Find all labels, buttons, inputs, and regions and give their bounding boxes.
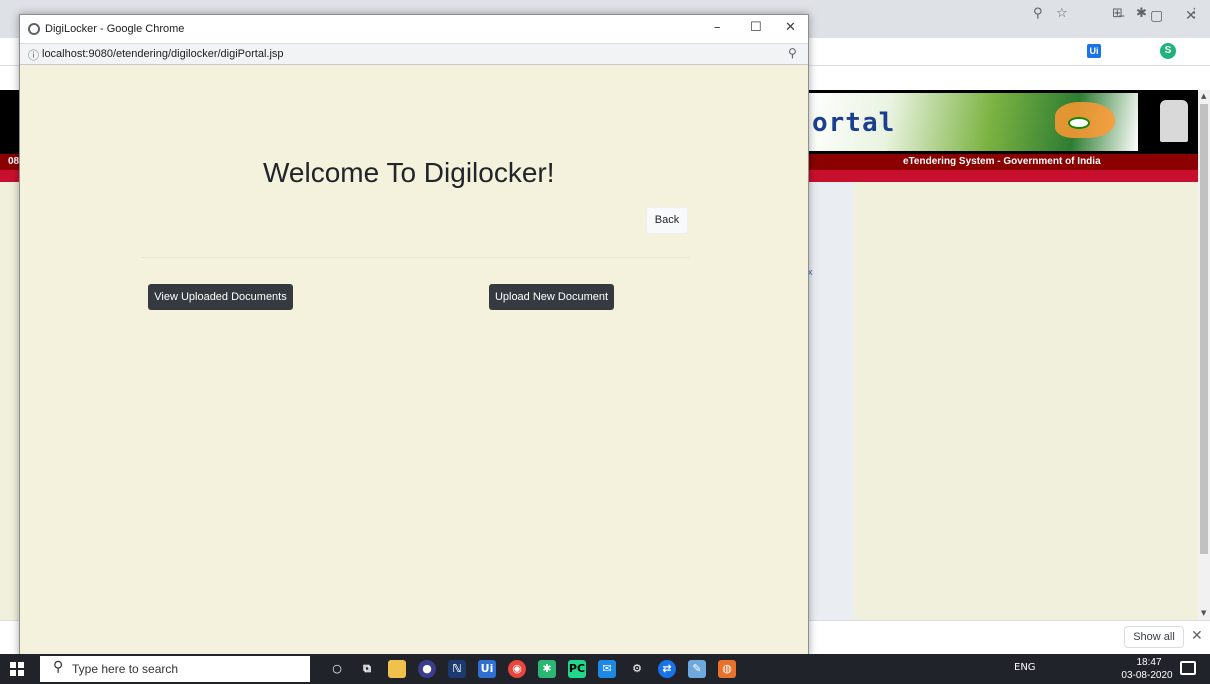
divider xyxy=(141,257,689,258)
scroll-up-arrow-icon[interactable]: ▲ xyxy=(1201,92,1206,100)
popup-minimize-icon[interactable]: – xyxy=(714,20,721,35)
welcome-heading: Welcome To Digilocker! xyxy=(263,157,555,188)
profile-avatar[interactable]: S xyxy=(1160,43,1176,59)
bookmark-star-icon[interactable]: ☆ xyxy=(1056,6,1068,22)
menu-kebab-icon[interactable]: ⋮ xyxy=(1188,6,1201,22)
scroll-down-arrow-icon[interactable]: ▼ xyxy=(1201,609,1206,617)
popup-zoom-icon[interactable]: ⚲ xyxy=(788,46,797,60)
popup-close-icon[interactable]: ✕ xyxy=(785,20,796,35)
info-icon[interactable]: ⓘ xyxy=(28,47,39,63)
pycharm-icon[interactable]: PC xyxy=(568,660,586,678)
task-view-icon[interactable]: ⧉ xyxy=(358,660,376,678)
digilocker-popup-window: DigiLocker - Google Chrome – ☐ ✕ ⓘ local… xyxy=(19,14,809,657)
clock-date[interactable]: 03-08-2020 xyxy=(1117,670,1177,681)
scrollbar-thumb[interactable] xyxy=(1200,104,1208,554)
portal-banner-text: ortal xyxy=(812,108,896,138)
upload-new-document-button[interactable]: Upload New Document xyxy=(489,284,614,310)
mail-icon[interactable]: ✉ xyxy=(598,660,616,678)
popup-maximize-icon[interactable]: ☐ xyxy=(750,20,762,35)
maximize-icon[interactable]: ▢ xyxy=(1150,8,1163,24)
chrome-logo-icon xyxy=(28,23,40,35)
taskbar-search-placeholder[interactable]: Type here to search xyxy=(72,662,178,676)
app-icon-green[interactable]: ✱ xyxy=(538,660,556,678)
portal-left-text: 08 xyxy=(8,156,20,167)
uipath-studio-icon[interactable]: Ui xyxy=(478,660,496,678)
notification-center-icon[interactable] xyxy=(1180,661,1196,675)
eclipse-icon[interactable]: ● xyxy=(418,660,436,678)
search-icon: ⚲ xyxy=(53,659,64,675)
notepad-icon[interactable]: ✎ xyxy=(688,660,706,678)
zoom-icon[interactable]: ⚲ xyxy=(1033,6,1043,22)
teamviewer-icon[interactable]: ⇄ xyxy=(658,660,676,678)
system-tray-language[interactable]: ENG xyxy=(1014,662,1036,673)
download-bar-close-icon[interactable]: ✕ xyxy=(1191,628,1203,644)
clock-time[interactable]: 18:47 xyxy=(1129,657,1169,668)
puzzle-extensions-icon[interactable]: ✱ xyxy=(1136,6,1147,22)
settings-gear-icon[interactable]: ⚙ xyxy=(628,660,646,678)
app-icon-orange[interactable]: ◍ xyxy=(718,660,736,678)
emblem-icon xyxy=(1160,100,1188,142)
extension-icon[interactable]: ⊞ xyxy=(1112,6,1123,22)
popup-window-title: DigiLocker - Google Chrome xyxy=(45,23,185,35)
portal-sidebar xyxy=(808,182,854,620)
uipath-extension-icon[interactable]: Ui xyxy=(1087,44,1101,58)
chrome-icon[interactable]: ◉ xyxy=(508,660,526,678)
file-explorer-icon[interactable] xyxy=(388,660,406,678)
show-all-button[interactable]: Show all xyxy=(1124,626,1184,648)
cortana-icon[interactable]: ○ xyxy=(328,660,346,678)
portal-subtitle: eTendering System - Government of India xyxy=(903,156,1101,167)
eye-logo-icon xyxy=(1068,117,1090,129)
digilocker-page: Welcome To Digilocker! Back View Uploade… xyxy=(20,66,808,656)
back-button[interactable]: Back xyxy=(646,207,688,234)
view-uploaded-documents-button[interactable]: View Uploaded Documents xyxy=(148,284,293,310)
windows-start-icon[interactable] xyxy=(10,662,24,676)
app-icon-blue[interactable]: ℕ xyxy=(448,660,466,678)
popup-url-text[interactable]: localhost:9080/etendering/digilocker/dig… xyxy=(42,48,284,60)
